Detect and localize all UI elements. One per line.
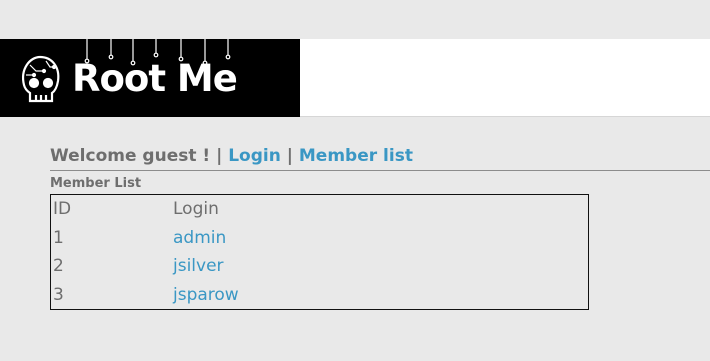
login-link[interactable]: Login <box>228 146 281 166</box>
nav-separator: | <box>286 146 299 166</box>
member-id: 3 <box>53 284 64 305</box>
nav-separator: | <box>216 146 229 166</box>
member-table: ID Login 1 admin 2 jsilver 3 jsparow <box>50 194 589 310</box>
member-id: 2 <box>53 256 64 277</box>
section-title: Member List <box>50 176 142 191</box>
logo-text: Root Me <box>72 57 238 100</box>
site-logo[interactable]: Root Me <box>0 39 300 117</box>
nav-divider <box>50 170 710 171</box>
member-login-link[interactable]: jsilver <box>173 256 224 276</box>
member-login-link[interactable]: admin <box>173 228 226 248</box>
table-row: 2 jsilver <box>51 252 589 280</box>
site-header: Root Me <box>0 39 710 117</box>
welcome-text: Welcome guest ! <box>50 146 211 166</box>
member-id: 1 <box>53 227 64 248</box>
table-row: 1 admin <box>51 224 589 252</box>
page: Root Me Welcome guest ! | Login | Member… <box>0 0 710 361</box>
member-list-link[interactable]: Member list <box>299 146 413 166</box>
top-nav: Welcome guest ! | Login | Member list <box>50 145 413 167</box>
column-header-login: Login <box>173 199 219 220</box>
member-login-link[interactable]: jsparow <box>173 285 239 305</box>
column-header-id: ID <box>53 199 72 220</box>
table-row: 3 jsparow <box>51 280 589 309</box>
table-header-row: ID Login <box>51 195 589 224</box>
